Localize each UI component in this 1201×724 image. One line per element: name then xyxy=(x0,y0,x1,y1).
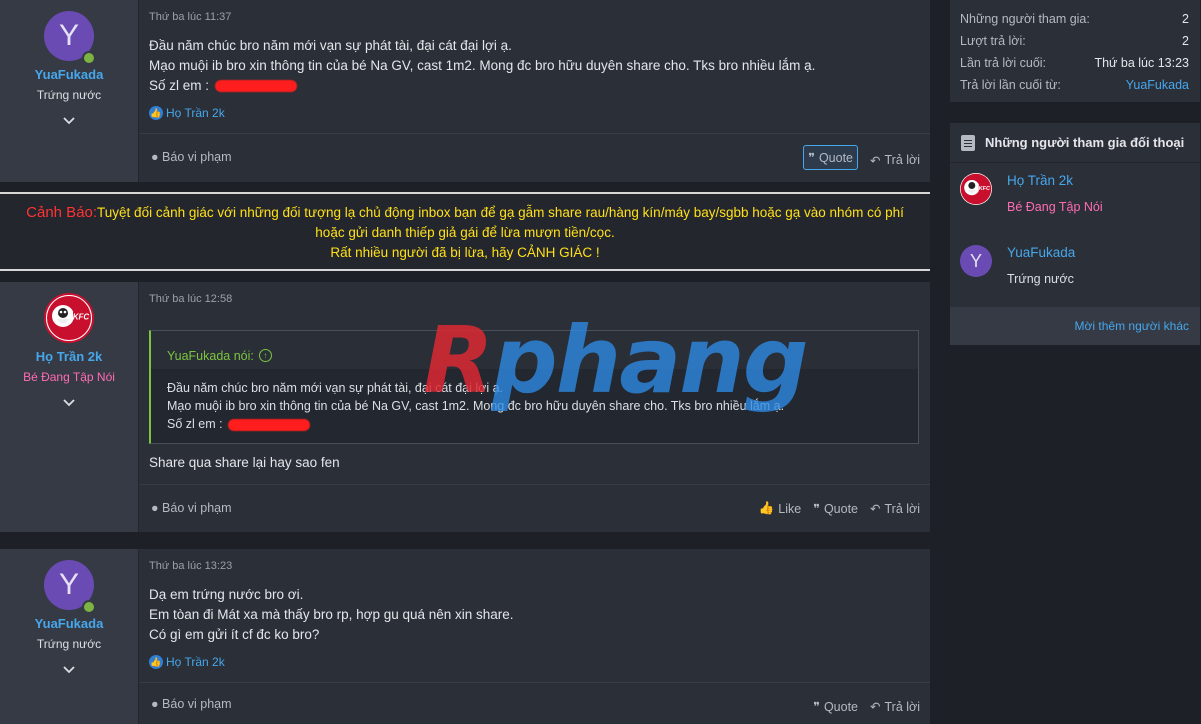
reply-icon: ↶ xyxy=(870,502,881,516)
thread-info-block: Những người tham gia: 2 Lượt trả lời: 2 Lầ… xyxy=(950,0,1200,102)
avatar[interactable]: Y xyxy=(960,245,992,277)
svg-text:KFC: KFC xyxy=(73,313,90,322)
message-user-panel: Y YuaFukada Trứng nước xyxy=(0,549,139,724)
warning-line: hoặc gửi danh thiếp giả gái để lừa mượn … xyxy=(315,225,615,240)
warning-line: Tuyệt đối cảnh giác với những đối tượng … xyxy=(97,205,904,220)
kfc-logo-icon: KFC xyxy=(960,173,992,205)
participants-heading: Những người tham gia đối thoại xyxy=(985,135,1185,150)
reply-button[interactable]: ↶ Trả lời xyxy=(870,501,920,517)
warning-label: Cảnh Báo: xyxy=(26,204,98,221)
thumbs-up-icon: 👍 xyxy=(758,501,775,515)
reply-button[interactable]: ↶ Trả lời xyxy=(870,153,920,168)
redacted-phone xyxy=(214,80,297,93)
warning-line: Rất nhiều người đã bị lừa, hãy CẢNH GIÁC… xyxy=(330,245,600,260)
like-button[interactable]: 👍 Like xyxy=(759,501,802,516)
reply-icon: ↶ xyxy=(870,153,881,168)
participants-block: Những người tham gia đối thoại KFC Họ Tr… xyxy=(950,123,1200,345)
message-user-panel: KFC Họ Trần 2k Bé Đang Tập Nói xyxy=(0,282,139,532)
online-status-icon xyxy=(82,51,96,65)
thumbs-up-icon: 👍 xyxy=(149,655,163,669)
scam-warning-banner: Cảnh Báo:Tuyệt đối cảnh giác với những đ… xyxy=(0,192,930,271)
user-title: Trứng nước xyxy=(36,637,102,651)
username-link[interactable]: YuaFukada xyxy=(0,67,138,82)
quote-button[interactable]: ❞ Quote xyxy=(813,699,858,715)
avatar[interactable]: KFC xyxy=(960,173,992,205)
quote-icon: ❞ xyxy=(813,700,820,714)
avatar[interactable]: Y xyxy=(44,11,96,65)
message-footer: ● Báo vi phạm ❞ Quote ↶ Trả lời xyxy=(139,682,930,724)
kfc-logo-icon: KFC xyxy=(47,296,91,340)
username-link[interactable]: YuaFukada xyxy=(0,616,138,631)
avatar[interactable]: Y xyxy=(44,560,96,614)
jump-to-quote-icon[interactable]: ↑ xyxy=(258,349,272,362)
message-content: Dạ em trứng nước bro ơi. Em tòan đi Mát … xyxy=(149,587,514,642)
quote-icon: ❞ xyxy=(808,151,815,165)
message-footer: ● Báo vi phạm ❞ Quote ↶ Trả lời xyxy=(139,133,930,181)
participant-title: Bé Đang Tập Nói xyxy=(1007,200,1103,214)
message-timestamp[interactable]: Thứ ba lúc 13:23 xyxy=(149,560,232,572)
participant-item: KFC Họ Trần 2k Bé Đang Tập Nói xyxy=(960,173,1103,214)
participant-item: Y YuaFukada Trứng nước xyxy=(960,245,1075,286)
message-content: Share qua share lại hay sao fen xyxy=(149,455,340,470)
reactions-summary[interactable]: 👍 Họ Trần 2k xyxy=(149,655,225,669)
invite-more-link[interactable]: Mời thêm người khác xyxy=(950,307,1200,345)
chevron-down-icon[interactable] xyxy=(61,661,77,677)
document-icon xyxy=(961,134,975,151)
user-title: Bé Đang Tập Nói xyxy=(23,370,115,384)
participant-name-link[interactable]: YuaFukada xyxy=(1007,245,1075,260)
reply-button[interactable]: ↶ Trả lời xyxy=(870,699,920,715)
quote-button[interactable]: ❞ Quote xyxy=(813,501,858,517)
message-content: Đầu năm chúc bro năm mới vạn sự phát tài… xyxy=(149,38,816,93)
message-post: KFC Họ Trần 2k Bé Đang Tập Nói Thứ ba lú… xyxy=(0,282,930,532)
quote-block: YuaFukada nói: ↑ Đầu năm chúc bro năm mớ… xyxy=(149,330,919,444)
quote-button[interactable]: ❞ Quote xyxy=(803,145,858,170)
avatar[interactable]: KFC xyxy=(44,293,94,343)
message-timestamp[interactable]: Thứ ba lúc 11:37 xyxy=(149,11,231,23)
report-button[interactable]: ● Báo vi phạm xyxy=(151,697,232,711)
participant-title: Trứng nước xyxy=(1007,272,1074,286)
username-link[interactable]: Họ Trần 2k xyxy=(0,349,138,364)
reply-icon: ↶ xyxy=(870,700,881,714)
message-user-panel: Y YuaFukada Trứng nước xyxy=(0,0,139,182)
message-footer: ● Báo vi phạm 👍 Like ❞ Quote ↶ Trả lời xyxy=(139,484,930,532)
user-title: Trứng nước xyxy=(36,88,102,102)
thumbs-up-icon: 👍 xyxy=(149,106,163,120)
message-list: Y YuaFukada Trứng nước Thứ ba lúc 11:37 … xyxy=(0,0,930,724)
report-button[interactable]: ● Báo vi phạm xyxy=(151,501,232,515)
chevron-down-icon[interactable] xyxy=(61,394,77,410)
reactions-summary[interactable]: 👍 Họ Trần 2k xyxy=(149,106,225,120)
message-post: Y YuaFukada Trứng nước Thứ ba lúc 11:37 … xyxy=(0,0,930,182)
quote-author[interactable]: YuaFukada nói: xyxy=(167,349,254,363)
report-button[interactable]: ● Báo vi phạm xyxy=(151,150,232,164)
svg-text:KFC: KFC xyxy=(979,186,991,192)
message-post: Y YuaFukada Trứng nước Thứ ba lúc 13:23 … xyxy=(0,549,930,724)
conversation-page: Y YuaFukada Trứng nước Thứ ba lúc 11:37 … xyxy=(0,0,1201,724)
redacted-phone xyxy=(228,418,311,431)
online-status-icon xyxy=(82,600,96,614)
quote-icon: ❞ xyxy=(813,502,820,516)
chevron-down-icon[interactable] xyxy=(61,112,77,128)
message-timestamp[interactable]: Thứ ba lúc 12:58 xyxy=(149,293,232,305)
participant-name-link[interactable]: Họ Trần 2k xyxy=(1007,173,1103,188)
last-reply-user-link[interactable]: YuaFukada xyxy=(1126,74,1189,96)
